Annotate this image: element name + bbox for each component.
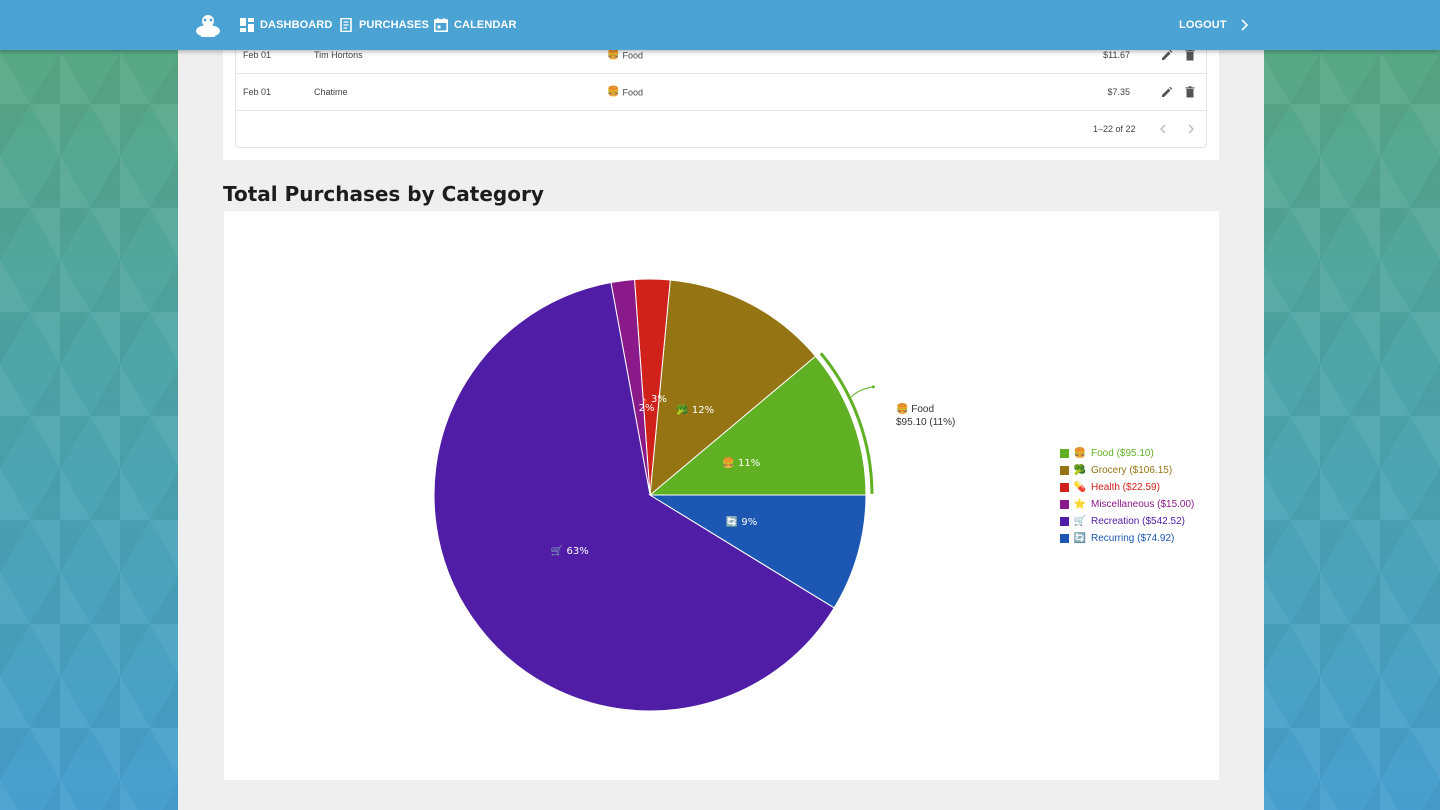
- recurring-icon: 🔄: [1073, 533, 1087, 544]
- nav-calendar[interactable]: CALENDAR: [434, 0, 517, 50]
- row-date: Feb 01: [243, 50, 272, 60]
- pie-label-recurring: 🔄 9%: [726, 515, 758, 528]
- legend-swatch: [1060, 500, 1069, 509]
- burger-icon: 🍔: [607, 49, 620, 61]
- burger-icon: 🍔: [896, 404, 909, 415]
- legend-swatch: [1060, 517, 1069, 526]
- logout-label: LOGOUT: [1179, 19, 1227, 31]
- nav-calendar-label: CALENDAR: [454, 19, 517, 31]
- chart-tooltip: 🍔 Food $95.10 (11%): [896, 403, 955, 429]
- top-navbar: DASHBOARD PURCHASES CALENDAR LOGOUT: [0, 0, 1440, 50]
- legend-swatch: [1060, 483, 1069, 492]
- logout-button[interactable]: LOGOUT: [1179, 0, 1251, 50]
- tooltip-leader-dot: [871, 385, 875, 389]
- legend-item-recreation[interactable]: 🛒 Recreation ($542.52): [1060, 513, 1194, 530]
- legend-item-health[interactable]: 💊 Health ($22.59): [1060, 479, 1194, 496]
- section-title: Total Purchases by Category: [223, 182, 544, 206]
- app-logo-icon[interactable]: [194, 11, 222, 39]
- calendar-icon: [434, 18, 448, 32]
- pie-label-recreation: 🛒 63%: [551, 544, 589, 557]
- purchases-table-card: Feb 01 Tim Hortons 🍔 Food $11.67 Feb 01 C…: [223, 49, 1219, 160]
- receipt-icon: [340, 18, 352, 32]
- delete-icon[interactable]: [1184, 86, 1196, 98]
- health-icon: 💊: [1073, 482, 1087, 493]
- legend-item-recurring[interactable]: 🔄 Recurring ($74.92): [1060, 530, 1194, 547]
- chevron-right-icon: [1241, 19, 1248, 31]
- nav-dashboard[interactable]: DASHBOARD: [240, 0, 332, 50]
- table-row[interactable]: Feb 01 Chatime 🍔 Food $7.35: [236, 74, 1206, 111]
- miscellaneous-icon: ⭐: [1073, 499, 1087, 510]
- pie-label-food: 🍔 11%: [722, 456, 760, 469]
- legend-label: Recreation ($542.52): [1091, 516, 1185, 527]
- dashboard-icon: [240, 18, 254, 32]
- row-name: Chatime: [314, 87, 348, 97]
- nav-dashboard-label: DASHBOARD: [260, 19, 333, 31]
- legend-label: Recurring ($74.92): [1091, 533, 1175, 544]
- delete-icon[interactable]: [1184, 49, 1196, 61]
- table-pagination: 1–22 of 22: [236, 111, 1206, 147]
- row-amount: $11.67: [1103, 50, 1130, 60]
- tooltip-label: Food: [911, 404, 935, 415]
- chevron-right-icon[interactable]: [1184, 122, 1198, 136]
- row-name: Tim Hortons: [314, 50, 363, 60]
- row-category-label: Food: [622, 50, 643, 60]
- row-category-label: Food: [622, 87, 643, 97]
- legend-item-food[interactable]: 🍔 Food ($95.10): [1060, 445, 1194, 462]
- legend-swatch: [1060, 449, 1069, 458]
- legend-label: Grocery ($106.15): [1091, 465, 1173, 476]
- purchases-table: Feb 01 Tim Hortons 🍔 Food $11.67 Feb 01 C…: [235, 49, 1207, 148]
- nav-purchases-label: PURCHASES: [359, 19, 429, 31]
- row-category: 🍔 Food: [607, 87, 643, 98]
- pie-label-grocery: 🥦 12%: [676, 403, 714, 416]
- row-category: 🍔 Food: [607, 50, 643, 61]
- chart-legend: 🍔 Food ($95.10) 🥦 Grocery ($106.15) 💊 Health …: [1060, 445, 1194, 547]
- legend-label: Miscellaneous ($15.00): [1091, 499, 1195, 510]
- tooltip-leader-line: [850, 386, 874, 398]
- recreation-icon: 🛒: [1073, 516, 1087, 527]
- row-date: Feb 01: [243, 87, 272, 97]
- legend-swatch: [1060, 534, 1069, 543]
- burger-icon: 🍔: [607, 86, 620, 98]
- tooltip-value: $95.10 (11%): [896, 417, 956, 428]
- legend-item-grocery[interactable]: 🥦 Grocery ($106.15): [1060, 462, 1194, 479]
- legend-swatch: [1060, 466, 1069, 475]
- legend-item-miscellaneous[interactable]: ⭐ Miscellaneous ($15.00): [1060, 496, 1194, 513]
- chevron-left-icon[interactable]: [1156, 122, 1170, 136]
- nav-purchases[interactable]: PURCHASES: [339, 0, 429, 50]
- legend-label: Health ($22.59): [1091, 482, 1160, 493]
- row-amount: $7.35: [1107, 87, 1130, 97]
- pagination-count: 1–22 of 22: [1093, 124, 1136, 134]
- food-icon: 🍔: [1073, 448, 1087, 459]
- edit-icon[interactable]: [1161, 86, 1173, 98]
- grocery-icon: 🥦: [1073, 465, 1087, 476]
- edit-icon[interactable]: [1161, 49, 1173, 61]
- legend-label: Food ($95.10): [1091, 448, 1154, 459]
- pie-chart-card: 🍔 11% 🥦 12% 💊 3% ⭐ 2% 🛒 63% 🔄 9% 🍔 Food $95.1…: [224, 211, 1219, 780]
